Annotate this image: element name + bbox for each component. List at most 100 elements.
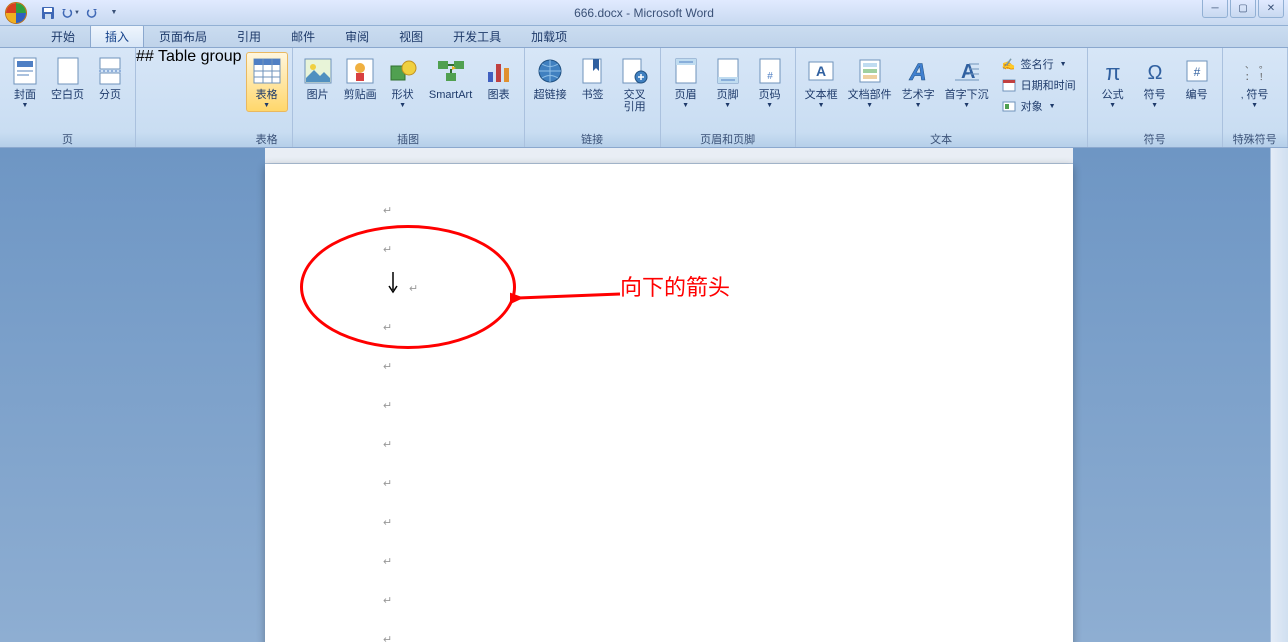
page-number-button[interactable]: # 页码▼ <box>749 52 791 112</box>
paragraph-mark: ↵ <box>383 477 418 490</box>
annotation-arrow <box>510 288 630 308</box>
shapes-button[interactable]: 形状▼ <box>382 52 424 112</box>
special-symbol-button[interactable]: 、。—：！？ , 符号▼ <box>1227 52 1283 112</box>
equation-icon: π <box>1097 55 1129 87</box>
tab-addins[interactable]: 加载项 <box>516 24 582 47</box>
tab-start[interactable]: 开始 <box>36 24 90 47</box>
tab-layout[interactable]: 页面布局 <box>144 24 222 47</box>
header-icon <box>670 55 702 87</box>
signature-line-button[interactable]: ✍签名行▼ <box>996 54 1081 74</box>
save-button[interactable] <box>38 3 58 23</box>
hyperlink-button[interactable]: 超链接 <box>529 52 572 104</box>
group-links-label: 链接 <box>527 131 658 147</box>
special-symbol-icon: 、。—：！？ <box>1239 55 1271 87</box>
group-illustrations: 图片 剪贴画 形状▼ SmartArt 图表 插图 <box>293 48 525 147</box>
group-pages-label: 页 <box>2 131 133 147</box>
svg-text:π: π <box>1105 60 1120 84</box>
ribbon-tabs: 开始 插入 页面布局 引用 邮件 审阅 视图 开发工具 加载项 <box>0 26 1288 48</box>
redo-button[interactable] <box>82 3 102 23</box>
group-links: 超链接 书签 交叉 引用 链接 <box>525 48 661 147</box>
document-area: ↵ ↵ ↵ ↵ ↵ ↵ ↵ ↵ ↵ ↵ ↵ ↵ <box>0 148 1288 642</box>
footer-icon <box>712 55 744 87</box>
footer-button[interactable]: 页脚▼ <box>707 52 749 112</box>
office-logo-icon <box>5 2 27 24</box>
clipart-icon <box>344 55 376 87</box>
shapes-icon <box>387 55 419 87</box>
picture-button[interactable]: 图片 <box>297 52 339 104</box>
header-button[interactable]: 页眉▼ <box>665 52 707 112</box>
group-symbols-label: 符号 <box>1090 131 1220 147</box>
dropcap-icon: A <box>951 55 983 87</box>
minimize-button[interactable]: ─ <box>1202 0 1228 18</box>
group-symbols: π 公式▼ Ω 符号▼ # 编号 符号 <box>1088 48 1223 147</box>
textbox-button[interactable]: A 文本框▼ <box>800 52 843 112</box>
window-title: 666.docx - Microsoft Word <box>574 6 714 20</box>
chart-button[interactable]: 图表 <box>478 52 520 104</box>
maximize-button[interactable]: ▢ <box>1230 0 1256 18</box>
paragraph-mark: ↵ <box>383 360 418 373</box>
qat-customize-button[interactable]: ▼ <box>104 3 124 23</box>
paragraph-mark: ↵ <box>383 438 418 451</box>
bookmark-button[interactable]: 书签 <box>572 52 614 104</box>
annotation-text: 向下的箭头 <box>620 270 730 302</box>
office-button[interactable] <box>0 0 32 26</box>
svg-text:、: 、 <box>1245 60 1254 70</box>
number-icon: # <box>1181 55 1213 87</box>
page-break-button[interactable]: 分页 <box>89 52 131 104</box>
undo-button[interactable]: ▼ <box>60 3 80 23</box>
dropcap-button[interactable]: A 首字下沉▼ <box>940 52 994 112</box>
vertical-scrollbar[interactable] <box>1270 148 1288 642</box>
object-button[interactable]: 对象▼ <box>996 96 1081 116</box>
paragraph-mark: ↵ <box>383 399 418 412</box>
table-button[interactable]: 表格▼ <box>246 52 288 112</box>
svg-text:Ω: Ω <box>1147 62 1162 84</box>
paragraph-mark: ↵ <box>383 204 418 217</box>
chart-icon <box>483 55 515 87</box>
group-hf-label: 页眉和页脚 <box>663 131 793 147</box>
horizontal-ruler[interactable] <box>265 148 1073 164</box>
paragraph-mark: ↵ <box>383 516 418 529</box>
group-headerfooter: 页眉▼ 页脚▼ # 页码▼ 页眉和页脚 <box>661 48 796 147</box>
clipart-button[interactable]: 剪贴画 <box>339 52 382 104</box>
tab-review[interactable]: 审阅 <box>330 24 384 47</box>
tab-view[interactable]: 视图 <box>384 24 438 47</box>
calendar-icon <box>1001 77 1017 93</box>
paragraph-mark: ↵ <box>383 555 418 568</box>
tab-mail[interactable]: 邮件 <box>276 24 330 47</box>
equation-button[interactable]: π 公式▼ <box>1092 52 1134 112</box>
tab-insert[interactable]: 插入 <box>90 24 144 47</box>
group-tables-label: 表格 <box>244 131 290 147</box>
symbol-button[interactable]: Ω 符号▼ <box>1134 52 1176 112</box>
datetime-button[interactable]: 日期和时间 <box>996 75 1081 95</box>
symbol-icon: Ω <box>1139 55 1171 87</box>
smartart-button[interactable]: SmartArt <box>424 52 478 104</box>
close-button[interactable]: ✕ <box>1258 0 1284 18</box>
quick-access-toolbar: ▼ ▼ <box>38 3 124 23</box>
annotation-ellipse <box>300 225 516 349</box>
window-controls: ─ ▢ ✕ <box>1202 0 1284 18</box>
quickparts-button[interactable]: 文档部件▼ <box>843 52 897 112</box>
crossref-button[interactable]: 交叉 引用 <box>614 52 656 116</box>
number-button[interactable]: # 编号 <box>1176 52 1218 104</box>
group-text-label: 文本 <box>798 131 1085 147</box>
paragraph-mark: ↵ <box>383 633 418 642</box>
title-bar: ▼ ▼ 666.docx - Microsoft Word ─ ▢ ✕ <box>0 0 1288 26</box>
group-tables: 表格▼ 表格 <box>242 48 293 147</box>
blank-page-button[interactable]: 空白页 <box>46 52 89 104</box>
page-number-icon: # <box>754 55 786 87</box>
tab-dev[interactable]: 开发工具 <box>438 24 516 47</box>
group-illus-label: 插图 <box>295 131 522 147</box>
group-special-label: 特殊符号 <box>1225 131 1285 147</box>
svg-text:#: # <box>767 71 773 82</box>
hyperlink-icon <box>534 55 566 87</box>
picture-icon <box>302 55 334 87</box>
cover-page-icon <box>9 55 41 87</box>
tab-references[interactable]: 引用 <box>222 24 276 47</box>
group-special: 、。—：！？ , 符号▼ 特殊符号 <box>1223 48 1288 147</box>
blank-page-icon <box>52 55 84 87</box>
object-icon <box>1001 98 1017 114</box>
wordart-button[interactable]: A 艺术字▼ <box>897 52 940 112</box>
quickparts-icon <box>854 55 886 87</box>
svg-text:A: A <box>816 63 826 79</box>
cover-page-button[interactable]: 封面▼ <box>4 52 46 112</box>
